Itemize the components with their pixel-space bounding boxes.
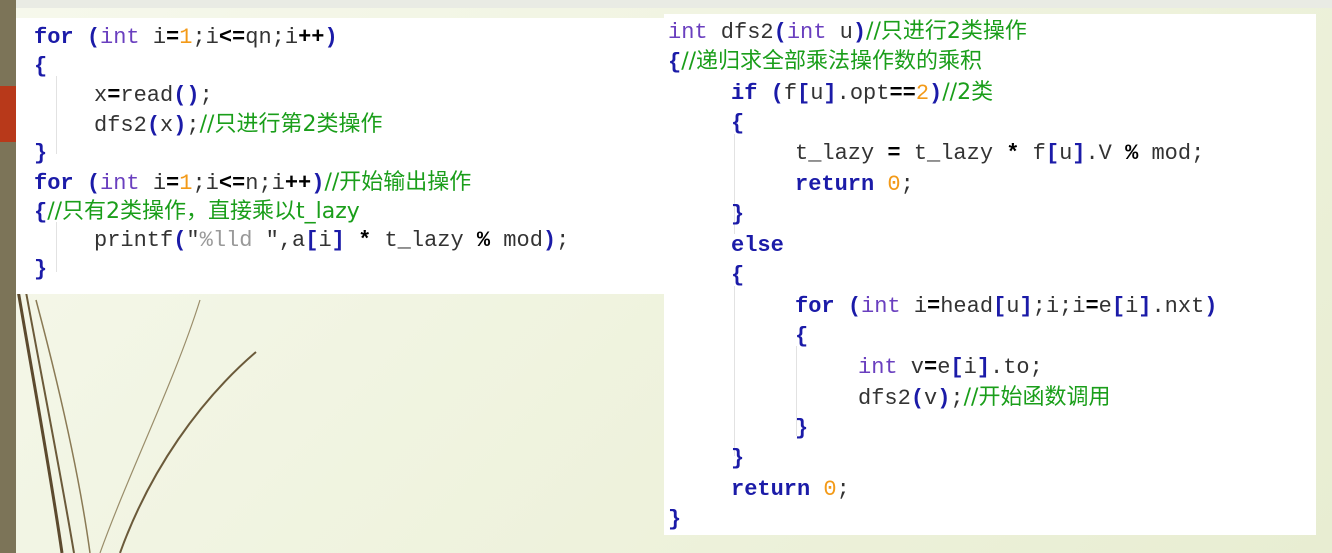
code-line: for (int i=1;i<=qn;i++) bbox=[34, 25, 338, 50]
code-line: return 0; bbox=[795, 172, 914, 197]
code-line: } bbox=[34, 141, 48, 166]
code-line: for (int i=1;i<=n;i++)//开始输出操作 bbox=[34, 170, 472, 196]
code-line: int v=e[i].to; bbox=[858, 355, 1043, 380]
code-line: {//只有2类操作，直接乘以t_lazy bbox=[34, 199, 360, 225]
code-panel-dfs2: int dfs2(int u)//只进行2类操作 {//递归求全部乘法操作数的乘… bbox=[664, 14, 1316, 535]
indent-guide bbox=[56, 222, 57, 272]
code-line: } bbox=[34, 257, 48, 282]
code-line: printf("%lld ",a[i] * t_lazy % mod); bbox=[94, 228, 570, 253]
code-line: return 0; bbox=[731, 477, 850, 502]
code-line: {//递归求全部乘法操作数的乘积 bbox=[668, 49, 983, 75]
code-line: } bbox=[731, 446, 745, 471]
code-line: { bbox=[795, 324, 809, 349]
code-line: if (f[u].opt==2)//2类 bbox=[731, 80, 994, 106]
indent-guide bbox=[734, 286, 735, 456]
code-line: t_lazy = t_lazy * f[u].V % mod; bbox=[795, 141, 1205, 166]
indent-guide bbox=[56, 76, 57, 154]
code-line: dfs2(v);//开始函数调用 bbox=[858, 385, 1111, 411]
code-line: { bbox=[731, 111, 745, 136]
code-line: } bbox=[731, 202, 745, 227]
code-line: } bbox=[795, 416, 809, 441]
code-line: dfs2(x);//只进行第2类操作 bbox=[94, 112, 383, 138]
code-line: for (int i=head[u];i;i=e[i].nxt) bbox=[795, 294, 1218, 319]
code-line: { bbox=[34, 54, 48, 79]
code-line: else bbox=[731, 233, 784, 258]
code-panel-main: for (int i=1;i<=qn;i++) { x=read(); dfs2… bbox=[16, 18, 664, 294]
code-line: { bbox=[731, 263, 745, 288]
code-line: } bbox=[668, 507, 682, 532]
code-line: x=read(); bbox=[94, 83, 213, 108]
code-line: int dfs2(int u)//只进行2类操作 bbox=[668, 19, 1027, 45]
